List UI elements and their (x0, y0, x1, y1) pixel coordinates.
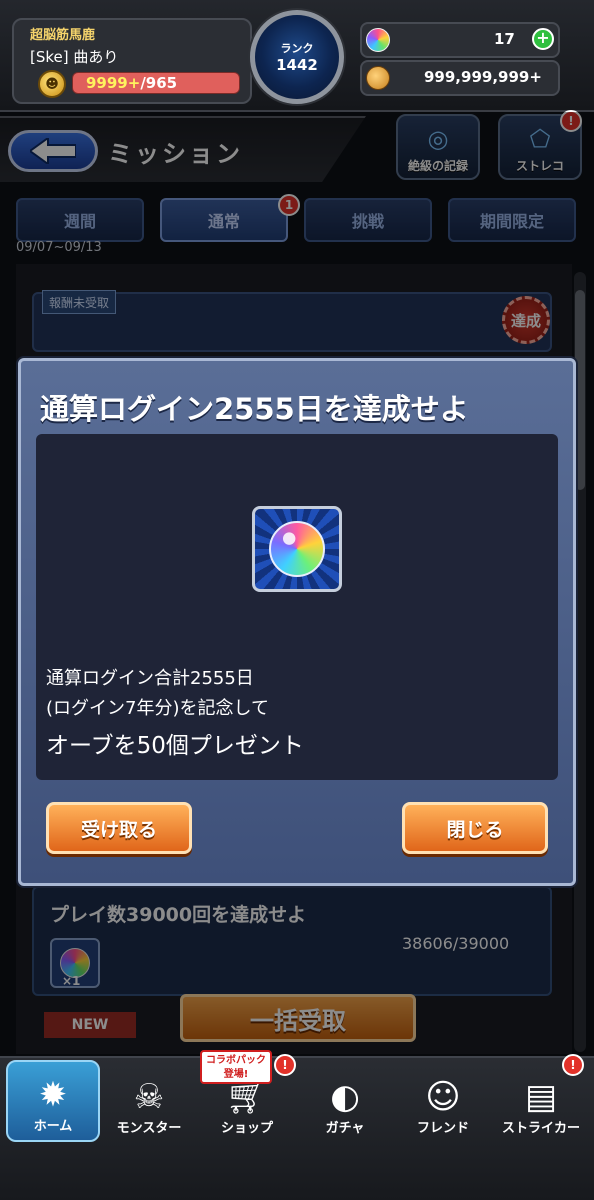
orb-icon (269, 521, 325, 577)
orb-count: 17 (494, 30, 515, 48)
rank-label: ランク (280, 42, 314, 55)
orb-counter[interactable] (360, 22, 560, 58)
nav-label: ストライカー (501, 1121, 580, 1136)
add-orb-icon[interactable]: + (532, 28, 554, 50)
dialog-text-line: 通算ログイン合計2555日 (46, 668, 254, 689)
dialog-title: 通算ログイン2555日を達成せよ (40, 392, 469, 426)
close-button[interactable]: 閉じる (402, 802, 548, 854)
nav-friend[interactable]: ☺ フレンド (396, 1060, 490, 1142)
dialog-text-line: オーブを50個プレゼント (46, 733, 304, 759)
gold-count: 999,999,999+ (424, 68, 542, 86)
player-tag: [Ske] 曲あり (30, 48, 119, 66)
stamina-icon: ☻ (38, 70, 66, 98)
rank-value: 1442 (276, 56, 318, 74)
rank-orb[interactable]: ランク 1442 (250, 10, 344, 104)
shop-alert-badge: ! (274, 1054, 296, 1076)
striker-alert-badge: ! (562, 1054, 584, 1076)
friends-icon: ☺ (425, 1077, 461, 1117)
nav-monster[interactable]: ☠ モンスター (102, 1060, 196, 1142)
nav-label: ショップ (220, 1121, 273, 1136)
receive-button[interactable]: 受け取る (46, 802, 192, 854)
dialog-text-line: (ログイン7年分)を記念して (46, 698, 269, 719)
home-icon: ✹ (38, 1075, 68, 1115)
id-card-icon: ▤ (524, 1077, 558, 1117)
stamina-current: 9999+ (86, 74, 141, 92)
monster-icon: ☠ (133, 1077, 165, 1117)
player-name: 超脳筋馬鹿 (30, 28, 96, 43)
collab-pack-tag: コラボパック登場! (200, 1050, 272, 1084)
gold-coin-icon (366, 66, 390, 90)
egg-icon: ◐ (330, 1077, 360, 1117)
orb-icon (366, 28, 390, 52)
nav-label: ホーム (33, 1119, 73, 1134)
nav-label: ガチャ (325, 1121, 365, 1136)
nav-home[interactable]: ✹ ホーム (6, 1060, 100, 1142)
stamina-readout: 9999+/965 (86, 74, 177, 92)
nav-label: フレンド (416, 1121, 469, 1136)
stamina-max: /965 (140, 74, 178, 92)
reward-item (252, 506, 342, 592)
nav-label: モンスター (116, 1121, 182, 1136)
nav-gacha[interactable]: ◐ ガチャ (298, 1060, 392, 1142)
